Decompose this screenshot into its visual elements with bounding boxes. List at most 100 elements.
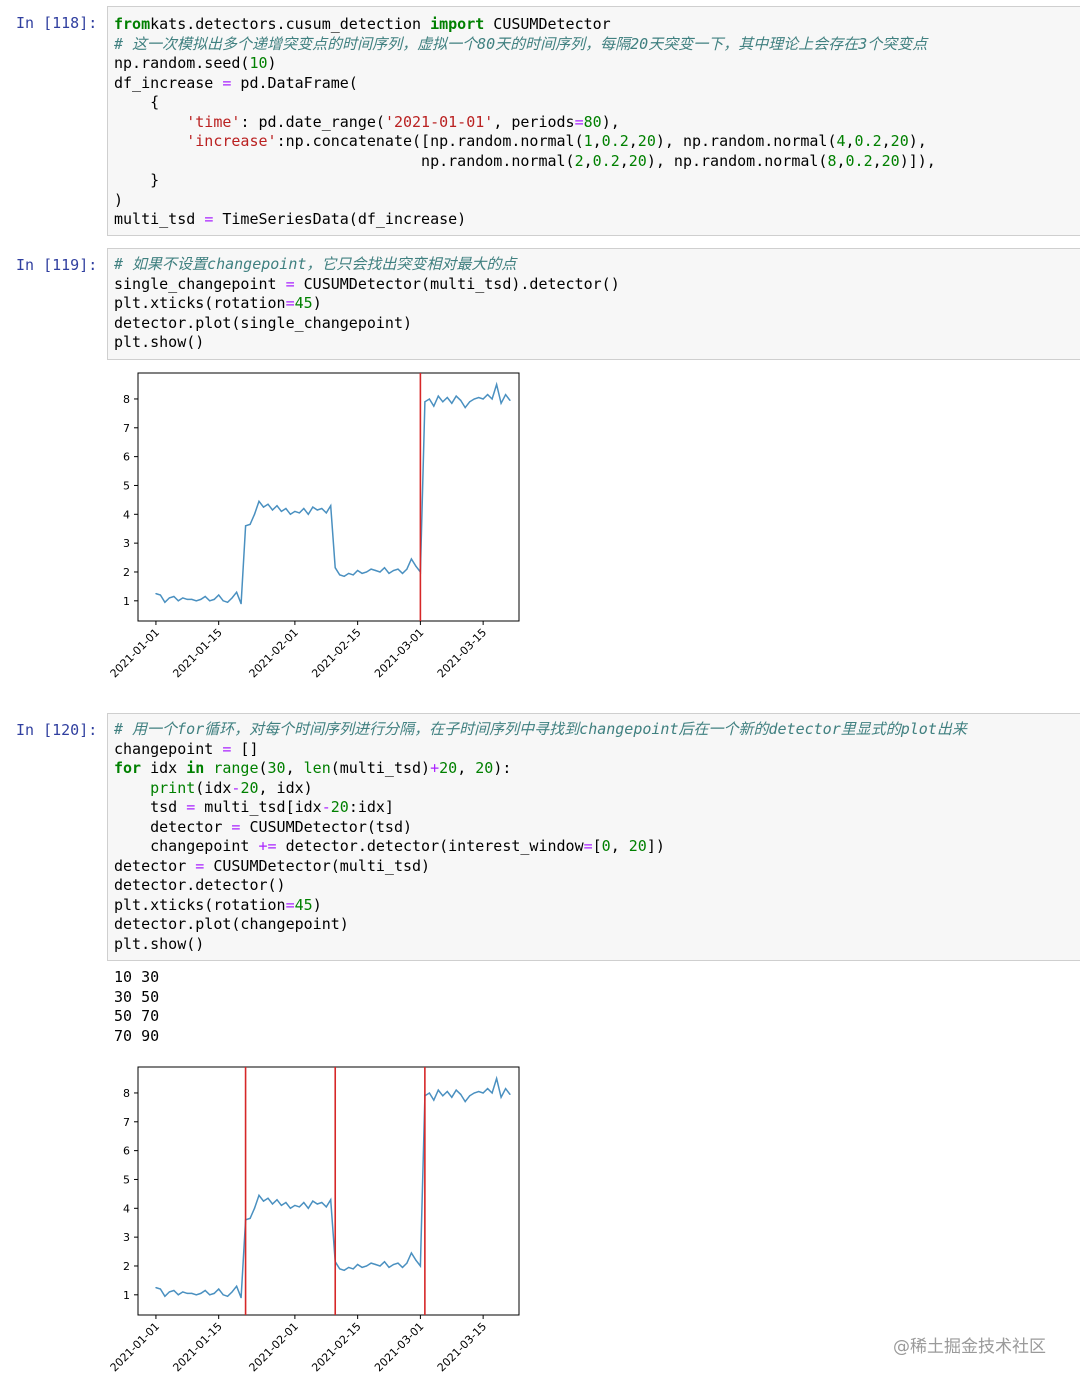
data-point (392, 569, 395, 572)
code-token: 0.2 (592, 151, 620, 170)
data-point (218, 594, 220, 596)
data-point (321, 1201, 323, 1204)
data-point (504, 1088, 507, 1090)
code-token: ) (114, 190, 124, 209)
data-point (209, 600, 211, 602)
data-point (182, 597, 184, 599)
code-token: 45 (294, 895, 313, 914)
code-line: fromkats.detectors.cusum_detection impor… (114, 15, 611, 35)
data-point (200, 1292, 202, 1294)
data-point (227, 1295, 229, 1297)
data-point (330, 505, 332, 507)
code-token: (idx (195, 778, 232, 797)
data-point (374, 1263, 377, 1266)
x-tick-label: 2021-03-15 (435, 1320, 489, 1374)
code-line: plt.xticks(rotation=45) (114, 896, 322, 916)
code-token: 20 (240, 778, 259, 797)
plot-area (137, 372, 520, 622)
code-line: plt.xticks(rotation=45) (114, 294, 322, 314)
data-point (289, 1207, 291, 1209)
code-token: 1 (583, 132, 593, 150)
data-point (366, 1265, 368, 1267)
code-token: , (872, 151, 882, 170)
code-editor[interactable]: fromkats.detectors.cusum_detection impor… (107, 6, 1080, 236)
code-token: (multi_tsd) (330, 759, 431, 777)
data-point (433, 405, 435, 407)
code-token: ) (267, 54, 277, 72)
data-point (460, 399, 462, 401)
data-point (478, 1090, 480, 1093)
code-token: import (430, 15, 485, 33)
data-point (240, 1297, 242, 1299)
data-point (352, 1268, 354, 1270)
cell-118[interactable]: In [118]: fromkats.detectors.cusum_detec… (0, 0, 1080, 240)
code-token: 30 (267, 759, 286, 777)
data-point (464, 407, 466, 409)
code-line: detector = CUSUMDetector(multi_tsd) (114, 857, 430, 877)
code-line: df_increase = pd.DataFrame( (114, 74, 358, 94)
data-point (334, 567, 336, 569)
code-token: multi_tsd[idx (195, 798, 322, 816)
code-line: np.random.seed(10) (114, 54, 277, 74)
data-point (455, 1089, 457, 1091)
data-point (370, 568, 372, 570)
data-point (222, 600, 224, 602)
data-point (204, 595, 206, 598)
data-point (410, 1252, 413, 1254)
code-editor[interactable]: # 如果不设置changepoint，它只会找出突变相对最大的点 single_c… (107, 248, 1080, 360)
plot-area (137, 1066, 520, 1316)
code-token: = (285, 274, 295, 293)
data-point (280, 1204, 283, 1207)
data-point (491, 1092, 493, 1094)
code-token: ): (493, 759, 512, 777)
code-line: multi_tsd = TimeSeriesData(df_increase) (114, 210, 466, 230)
data-point (397, 568, 399, 570)
watermark-text: @稀土掘金技术社区 (893, 1337, 1046, 1357)
code-token: :idx] (348, 798, 394, 816)
data-point (262, 506, 265, 508)
data-point (227, 601, 229, 603)
cell-120[interactable]: In [120]: # 用一个for循环，对每个时间序列进行分隔，在子时间序列中… (0, 713, 1080, 963)
code-line: plt.show() (114, 333, 204, 353)
data-point (267, 503, 269, 505)
code-token: { (114, 93, 160, 111)
data-point (298, 1206, 300, 1208)
data-point (451, 1096, 453, 1098)
data-point (307, 1207, 309, 1209)
data-point (316, 1203, 318, 1205)
code-token: range (213, 759, 259, 777)
data-point (182, 1291, 184, 1293)
code-token: single_changepoint (114, 274, 286, 293)
data-point (213, 1292, 215, 1294)
data-point (478, 396, 480, 399)
y-tick-label: 4 (123, 1202, 130, 1215)
code-token: , (628, 132, 638, 150)
code-token: kats.detectors.cusum_detection (150, 15, 431, 33)
code-token: , (583, 151, 593, 170)
cell-119[interactable]: In [119]: # 如果不设置changepoint，它只会找出突变相对最大… (0, 248, 1080, 368)
code-token: = (195, 856, 205, 875)
y-tick-label: 7 (123, 422, 130, 435)
data-point (285, 507, 287, 510)
code-editor[interactable]: # 用一个for循环，对每个时间序列进行分隔，在子时间序列中寻找到changep… (107, 713, 1080, 961)
code-token: changepoint (114, 739, 223, 758)
data-point (460, 1093, 462, 1095)
data-point (401, 1266, 404, 1269)
x-tick-label: 2021-03-01 (372, 626, 426, 680)
code-token: TimeSeriesData(df_increase) (213, 210, 467, 228)
code-token: 10 (249, 54, 268, 72)
code-token: 0.2 (601, 132, 629, 150)
code-token: np.random.normal( (114, 151, 575, 170)
code-token: tsd (114, 798, 187, 816)
y-tick-label: 5 (123, 1173, 130, 1186)
data-point (321, 507, 323, 510)
data-point (446, 1090, 448, 1093)
code-token: = (285, 895, 295, 914)
code-line: print(idx-20, idx) (114, 779, 313, 799)
data-point (509, 399, 511, 401)
code-token: 0 (601, 837, 611, 855)
code-token: , (457, 759, 476, 777)
code-token: CUSUMDetector(multi_tsd).detector() (294, 274, 620, 293)
